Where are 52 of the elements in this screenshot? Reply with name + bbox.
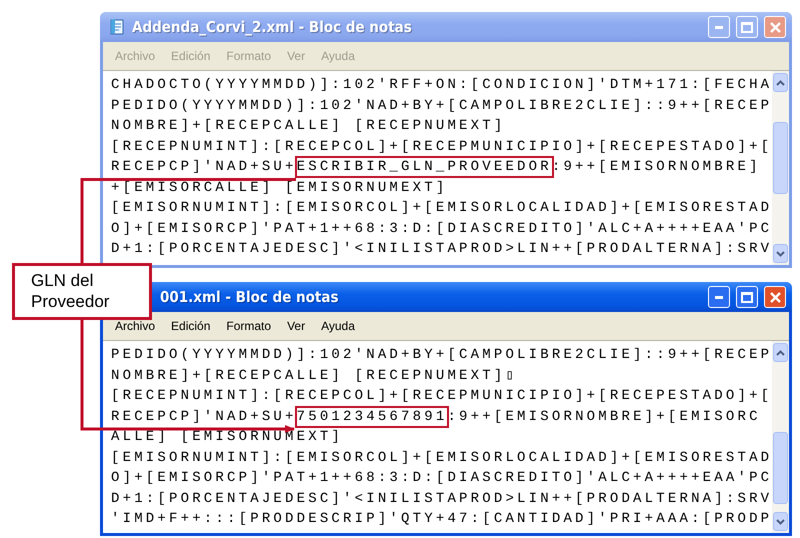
text-line: O]+[EMISORCP]'PAT+1++68:3:D:[DIASCREDITO]'ALC+A++++EAA'PC <box>111 220 772 236</box>
scroll-up-button[interactable] <box>773 343 788 362</box>
chevron-down-icon <box>776 518 786 524</box>
text-line: NOMBRE]+[RECEPCALLE] [RECEPNUMEXT]▯ <box>111 368 518 384</box>
text-line: ALLE] [EMISORNUMEXT] <box>111 429 344 445</box>
text-line: PEDIDO(YYYYMMDD)]:102'NAD+BY+[CAMPOLIBRE2CLIE]::9++[RECEP <box>111 347 772 363</box>
scroll-thumb[interactable] <box>773 122 788 194</box>
text-line: CHADOCTO(YYYYMMDD)]:102'RFF+ON:[CONDICION]'DTM+171:[FECHA <box>111 77 772 93</box>
text-line: O]+[EMISORCP]'PAT+1++68:3:D:[DIASCREDITO]'ALC+A++++EAA'PC <box>111 470 772 486</box>
text-line: [RECEPNUMINT]:[RECEPCOL]+[RECEPMUNICIPIO]+[RECEPESTADO]+[ <box>111 388 772 404</box>
minimize-icon <box>715 296 723 298</box>
close-icon <box>770 292 780 302</box>
menu-item[interactable]: Ayuda <box>321 319 355 333</box>
chevron-down-icon <box>776 250 786 256</box>
window-title: 001.xml - Bloc de notas <box>160 288 340 306</box>
minimize-icon <box>715 26 723 28</box>
menu-item[interactable]: Archivo <box>115 319 156 333</box>
scroll-thumb[interactable] <box>773 432 788 504</box>
text-line: :9++[EMISORNOMBRE] <box>552 159 761 175</box>
scrollbar[interactable] <box>772 341 789 533</box>
text-line: [EMISORNUMINT]:[EMISORCOL]+[EMISORLOCALIDAD]+[EMISORESTAD <box>111 450 772 466</box>
scrollbar[interactable] <box>772 71 789 265</box>
menu-item[interactable]: Edición <box>171 319 210 333</box>
chevron-up-icon <box>776 80 786 86</box>
callout-label: GLN del Proveedor <box>12 263 152 320</box>
text-line: :9++[EMISORNOMBRE]+[EMISORC <box>447 408 761 424</box>
scroll-up-button[interactable] <box>773 73 788 92</box>
highlighted-value: 7501234567891 <box>294 406 450 428</box>
minimize-button[interactable] <box>708 286 730 308</box>
text-line: NOMBRE]+[RECEPCALLE] [RECEPNUMEXT] <box>111 118 506 134</box>
text-line: PEDIDO(YYYYMMDD)]:102'NAD+BY+[CAMPOLIBRE2CLIE]::9++[RECEP <box>111 98 772 114</box>
close-button[interactable] <box>764 286 786 308</box>
text-line: +[EMISORCALLE] [EMISORNUMEXT] <box>111 180 448 196</box>
text-line: D+1:[PORCENTAJEDESC]'<INILISTAPROD>LIN++[PRODALTERNA]:SRV <box>111 241 772 257</box>
text-line: D+1:[PORCENTAJEDESC]'<INILISTAPROD>LIN++[PRODALTERNA]:SRV <box>111 490 772 506</box>
text-line: [EMISORNUMINT]:[EMISORCOL]+[EMISORLOCALIDAD]+[EMISORESTAD <box>111 200 772 216</box>
text-line: RECEPCP]'NAD+SU+ <box>111 159 297 175</box>
text-line: 'IMD+F++:::[PRODDESCRIP]'QTY+47:[CANTIDAD]'PRI+AAA:[PRODP <box>111 511 772 527</box>
text-line: RECEPCP]'NAD+SU+ <box>111 408 297 424</box>
maximize-button[interactable] <box>736 286 758 308</box>
maximize-icon <box>741 292 753 302</box>
scroll-down-button[interactable] <box>773 244 788 263</box>
menu-item[interactable]: Ver <box>287 319 306 333</box>
highlighted-value: ESCRIBIR_GLN_PROVEEDOR <box>294 156 554 178</box>
notepad-icon <box>108 18 126 36</box>
menu-item[interactable]: Formato <box>226 319 272 333</box>
window-title: Addenda_Corvi_2.xml - Bloc de notas <box>132 18 413 36</box>
text-line: [RECEPNUMINT]:[RECEPCOL]+[RECEPMUNICIPIO]+[RECEPESTADO]+[ <box>111 138 772 154</box>
scroll-down-button[interactable] <box>773 512 788 531</box>
chevron-up-icon <box>776 350 786 356</box>
maximize-icon <box>741 22 753 32</box>
close-icon <box>770 22 780 32</box>
